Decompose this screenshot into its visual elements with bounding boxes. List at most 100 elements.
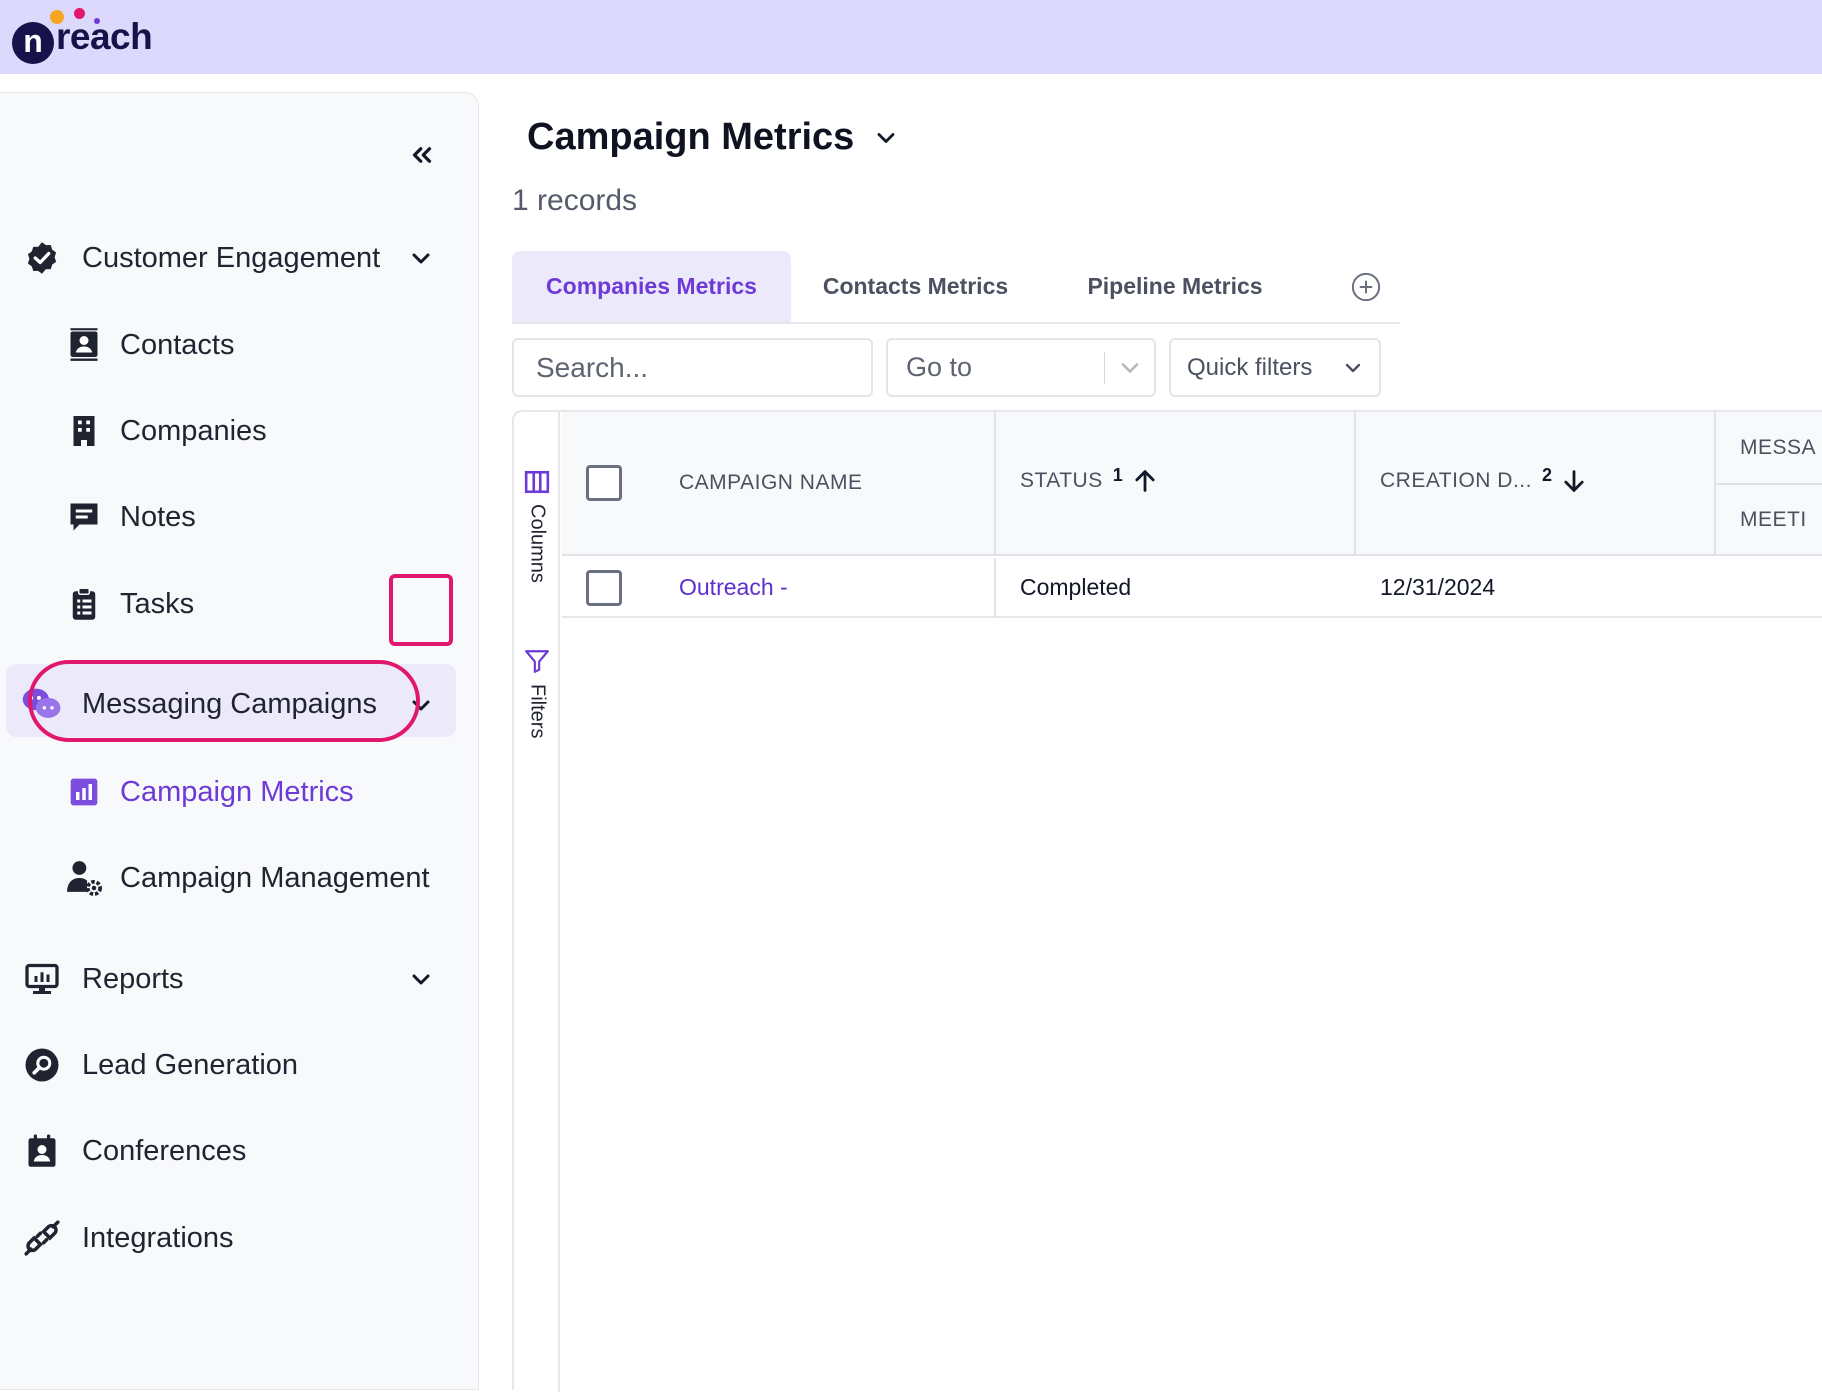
header-label: MESSA [1740,436,1817,459]
clipboard-icon [64,584,104,624]
search-input[interactable]: Search... [512,338,873,397]
header-creation-date[interactable]: CREATION D... 2 [1380,464,1588,495]
go-to-select[interactable]: Go to [886,338,1156,397]
monitor-chart-icon [22,959,62,999]
nav-label: Contacts [120,328,235,361]
building-icon [64,411,104,451]
customer-engagement-toggle[interactable] [404,241,438,275]
header-messages[interactable]: MESSA [1740,436,1816,460]
nav-label: Integrations [82,1221,234,1254]
double-chevron-left-icon [412,147,432,163]
tab-label: Pipeline Metrics [1087,273,1263,299]
nav-label: Tasks [120,587,195,620]
chevron-down-icon [412,253,430,264]
nav-label: Conferences [82,1134,247,1167]
calendar-user-icon [22,1131,62,1171]
search-placeholder: Search... [536,351,649,383]
nav-label: Campaign Metrics [120,775,354,808]
header-status[interactable]: STATUS 1 [1020,464,1159,495]
contact-card-icon [64,325,104,365]
header-label: STATUS [1020,469,1103,492]
tab-label: Companies Metrics [546,273,757,299]
tab-label: Contacts Metrics [822,273,1009,299]
nav-contacts[interactable]: Contacts [64,325,234,365]
table-row[interactable]: Outreach - Completed 12/31/2024 [562,558,1822,618]
campaign-name-link[interactable]: Outreach - [679,574,788,601]
grid-side-rail: Columns Filters [514,412,560,1392]
nav-reports[interactable]: Reports [22,959,184,999]
sort-order-number: 2 [1541,464,1553,485]
main-content: Campaign Metrics 1 records Companies Met… [479,74,1822,1392]
tab-bar: Companies Metrics Contacts Metrics Pipel… [512,251,1400,324]
status-cell: Completed [1020,574,1132,600]
column-divider [994,558,996,618]
chevron-down-icon [1121,363,1139,373]
header-label: CAMPAIGN NAME [679,471,863,494]
search-circle-icon [22,1045,62,1085]
select-all-checkbox[interactable] [586,465,622,501]
chevron-down-icon [1345,363,1361,373]
nav-campaign-management[interactable]: Campaign Management [64,858,430,898]
nav-label: Customer Engagement [82,241,381,274]
header-label: CREATION D... [1380,469,1532,492]
header-meetings[interactable]: MEETI [1740,508,1807,532]
filter-icon [525,650,549,673]
nav-label: Lead Generation [82,1048,299,1081]
nav-tasks[interactable]: Tasks [64,584,194,624]
go-to-placeholder: Go to [906,352,973,382]
verified-badge-icon [22,238,62,278]
nav-label: Reports [82,962,184,995]
logo-letter: n [12,22,54,64]
page-title-dropdown[interactable]: Campaign Metrics [527,116,900,159]
records-count: 1 records [512,184,638,217]
note-icon [64,497,104,537]
column-divider[interactable] [994,412,996,556]
sort-order-number: 1 [1112,464,1124,485]
nav-campaign-metrics[interactable]: Campaign Metrics [64,772,354,812]
header-campaign-name[interactable]: CAMPAIGN NAME [679,471,862,495]
nav-lead-generation[interactable]: Lead Generation [22,1045,298,1085]
grid-header: CAMPAIGN NAME STATUS 1 CREATION D... 2 M… [562,412,1822,556]
add-tab-icon[interactable] [1351,272,1381,302]
select-divider [1104,352,1105,384]
nav-label: Companies [120,414,267,447]
user-gear-icon [64,858,104,898]
chevron-down-icon [412,974,430,985]
header-group-divider [1716,483,1822,485]
filters-label: Filters [526,684,549,739]
nav-conferences[interactable]: Conferences [22,1131,246,1171]
tab-pipeline-metrics[interactable]: Pipeline Metrics [1040,251,1310,322]
nav-integrations[interactable]: Integrations [22,1218,234,1258]
creation-date-cell: 12/31/2024 [1380,574,1496,600]
filters-panel-button[interactable]: Filters [514,648,560,738]
header-label: MEETI [1740,508,1807,531]
columns-icon [524,470,550,494]
nav-customer-engagement[interactable]: Customer Engagement [22,238,380,278]
data-grid-container: Columns Filters CAMPAIGN NAME STATUS 1 C… [512,410,1822,1392]
quick-filters-label: Quick filters [1187,353,1313,381]
columns-panel-button[interactable]: Columns [514,470,560,583]
plug-icon [22,1218,62,1258]
sort-descending-icon [1564,470,1585,492]
nav-companies[interactable]: Companies [64,411,267,451]
nav-label: Campaign Management [120,861,430,894]
columns-label: Columns [526,504,549,583]
top-bar: n reach [0,0,1822,74]
active-item-highlight-ring [28,660,420,742]
page-title: Campaign Metrics [527,116,855,158]
tab-contacts-metrics[interactable]: Contacts Metrics [791,251,1040,322]
sort-ascending-icon [1135,470,1155,492]
row-checkbox[interactable] [586,570,622,606]
quick-filters-button[interactable]: Quick filters [1169,338,1381,397]
nav-notes[interactable]: Notes [64,497,196,537]
tab-companies-metrics[interactable]: Companies Metrics [512,251,791,322]
brand-logo[interactable]: n reach [12,4,162,68]
collapse-sidebar-button[interactable] [400,138,444,182]
logo-text: reach [56,16,153,57]
chevron-down-icon [877,132,895,143]
bar-chart-icon [64,772,104,812]
nav-label: Notes [120,500,196,533]
messaging-campaigns-toggle-highlight [389,574,453,646]
reports-toggle[interactable] [404,962,438,996]
column-divider[interactable] [1354,412,1356,556]
